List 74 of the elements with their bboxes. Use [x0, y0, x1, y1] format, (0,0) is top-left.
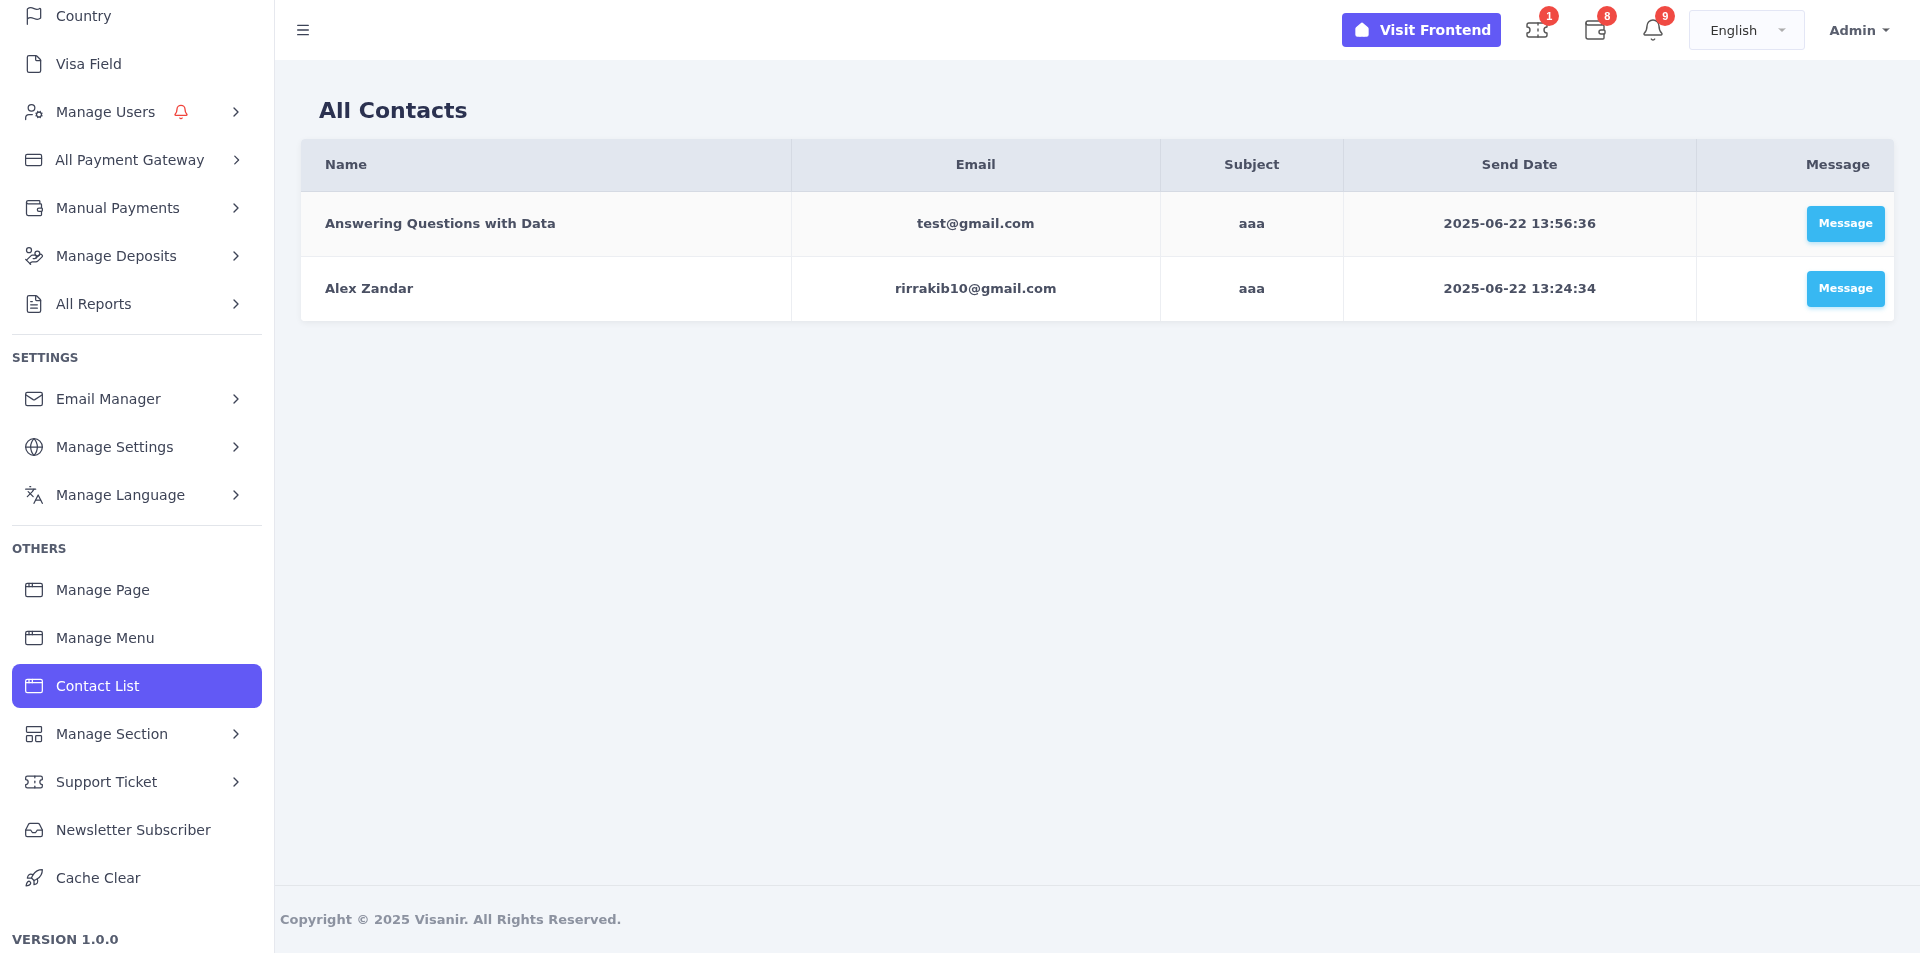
copyright-text: Copyright © 2025 Visanir. All Rights Reserved.	[280, 912, 622, 927]
sidebar-item-label: All Reports	[56, 296, 132, 312]
sidebar-item-label: Manual Payments	[56, 200, 180, 216]
column-header: Send Date	[1343, 139, 1697, 191]
sidebar-item[interactable]: Country	[12, 0, 262, 38]
notification-icon	[1641, 18, 1666, 42]
window-icon	[24, 580, 44, 600]
window-icon	[24, 628, 44, 648]
section-heading: OTHERS	[12, 541, 68, 558]
sidebar-item-label: Email Manager	[56, 391, 161, 407]
column-header: Message	[1696, 139, 1894, 191]
wallet-icon	[24, 198, 44, 218]
sidebar-item-label: Manage Settings	[56, 439, 174, 455]
sidebar-item[interactable]: Manage Menu	[12, 616, 262, 660]
column-header: Subject	[1160, 139, 1344, 191]
flag-icon	[24, 6, 44, 26]
sidebar-item-label: Manage Users	[56, 104, 156, 120]
layout-icon	[24, 724, 44, 744]
column-header: Name	[301, 139, 791, 191]
window-icon	[24, 676, 44, 696]
page-title: All Contacts	[319, 98, 469, 123]
sidebar-item-label: Support Ticket	[56, 774, 158, 790]
version-label: VERSION 1.0.0	[12, 932, 120, 949]
sidebar-item-label: Manage Page	[56, 582, 150, 598]
sidebar-item[interactable]: Manage Language	[12, 473, 262, 517]
menu-icon[interactable]	[295, 22, 311, 38]
table-cell: Alex Zandar	[301, 256, 791, 321]
count-badge: 1	[1539, 6, 1560, 26]
language-select[interactable]: English	[1689, 10, 1806, 50]
sidebar-item[interactable]: Newsletter Subscriber	[12, 808, 262, 852]
table-cell: rirrakib10@gmail.com	[791, 256, 1161, 321]
sidebar-item[interactable]: Contact List	[12, 664, 262, 708]
hand-coins-icon	[24, 246, 44, 266]
globe-icon	[24, 437, 44, 457]
sidebar-item-label: Visa Field	[56, 56, 122, 72]
section-heading: SETTINGS	[12, 350, 80, 367]
table-cell: Answering Questions with Data	[301, 191, 791, 256]
count-badge: 9	[1655, 6, 1676, 26]
count-badge: 8	[1597, 6, 1618, 26]
user-menu[interactable]: Admin	[1823, 21, 1898, 39]
table-cell: aaa	[1160, 256, 1344, 321]
user-gear-icon	[24, 102, 44, 122]
sidebar-item-label: All Payment Gateway	[55, 152, 205, 168]
sidebar-item-label: Contact List	[56, 678, 140, 694]
sidebar-item[interactable]: Visa Field	[12, 42, 262, 86]
sidebar-item[interactable]: Cache Clear	[12, 856, 262, 900]
sidebar-item-label: Manage Section	[56, 726, 169, 742]
sidebar-item[interactable]: All Payment Gateway	[12, 138, 262, 182]
sidebar-item-label: Manage Menu	[56, 630, 155, 646]
sidebar-item-label: Manage Language	[56, 487, 186, 503]
document-icon	[24, 294, 44, 314]
sidebar-item-label: Cache Clear	[56, 870, 141, 886]
sidebar-item[interactable]: Manage Users	[12, 90, 262, 134]
sidebar-item-label: Country	[56, 8, 112, 24]
wallet-icon	[1583, 18, 1608, 42]
home-icon	[1353, 22, 1370, 38]
sidebar-item-label: Manage Deposits	[56, 248, 177, 264]
rocket-icon	[24, 868, 44, 888]
visit-frontend-button[interactable]: Visit Frontend	[1341, 13, 1502, 47]
sidebar-item[interactable]: Manage Page	[12, 568, 262, 612]
sidebar-item[interactable]: Manage Settings	[12, 425, 262, 469]
sidebar-item[interactable]: Manage Section	[12, 712, 262, 756]
file-icon	[24, 54, 44, 74]
inbox-icon	[24, 820, 44, 840]
sidebar-item[interactable]: All Reports	[12, 282, 262, 326]
mail-icon	[24, 389, 44, 409]
sidebar-item[interactable]: Support Ticket	[12, 760, 262, 804]
sidebar-item[interactable]: Manual Payments	[12, 186, 262, 230]
sidebar-item-label: Newsletter Subscriber	[56, 822, 211, 838]
column-header: Email	[791, 139, 1161, 191]
translate-icon	[24, 485, 44, 505]
table-cell: 2025-06-22 13:24:34	[1343, 256, 1697, 321]
sidebar-item[interactable]: Email Manager	[12, 377, 262, 421]
sidebar-item[interactable]: Manage Deposits	[12, 234, 262, 278]
